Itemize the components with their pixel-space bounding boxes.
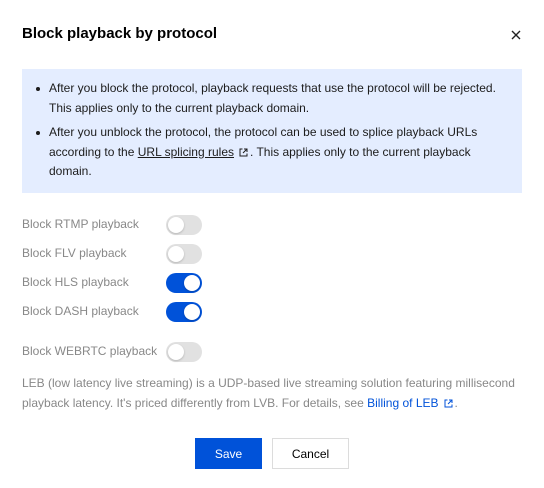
dialog-title: Block playback by protocol [22,25,218,42]
toggle-rtmp[interactable] [166,215,202,235]
toggle-label-dash: Block DASH playback [22,304,139,318]
notice-item-block-text: After you block the protocol, playback r… [49,81,496,115]
toggle-row-dash: Block DASH playback [22,302,212,322]
toggle-row-flv: Block FLV playback [22,244,212,264]
external-link-icon [444,399,452,408]
toggle-flv[interactable] [166,244,202,264]
leb-note-text: LEB (low latency live streaming) is a UD… [22,376,515,410]
toggle-row-hls: Block HLS playback [22,273,212,293]
save-button[interactable]: Save [195,438,262,469]
cancel-button[interactable]: Cancel [272,438,349,469]
toggle-row-webrtc: Block WEBRTC playback [22,342,212,362]
toggle-knob [184,304,200,320]
info-notice: After you block the protocol, playback r… [22,69,522,193]
leb-note-suffix: . [454,396,458,410]
close-icon [511,30,521,40]
toggle-label-hls: Block HLS playback [22,275,129,289]
notice-item-block: After you block the protocol, playback r… [36,79,508,118]
billing-of-leb-link[interactable]: Billing of LEB [367,396,438,410]
toggle-hls[interactable] [166,273,202,293]
external-link-icon [239,148,248,156]
toggle-label-webrtc: Block WEBRTC playback [22,344,158,358]
toggle-dash[interactable] [166,302,202,322]
close-button[interactable] [505,24,527,46]
toggle-label-flv: Block FLV playback [22,246,127,260]
block-playback-dialog: Block playback by protocol After you blo… [0,0,544,488]
url-splicing-rules-link[interactable]: URL splicing rules [138,145,234,159]
toggle-knob [168,246,184,262]
toggle-knob [184,275,200,291]
toggle-label-rtmp: Block RTMP playback [22,217,139,231]
notice-item-unblock: After you unblock the protocol, the prot… [36,123,508,182]
toggle-row-rtmp: Block RTMP playback [22,215,212,235]
toggle-knob [168,217,184,233]
toggle-knob [168,344,184,360]
toggle-webrtc[interactable] [166,342,202,362]
leb-note: LEB (low latency live streaming) is a UD… [22,373,522,413]
